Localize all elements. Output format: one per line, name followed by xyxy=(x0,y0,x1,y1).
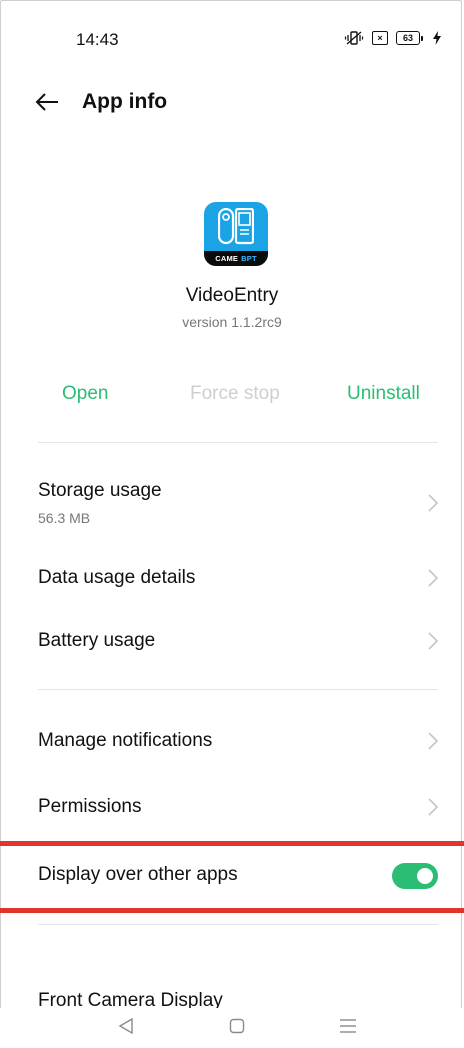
status-time: 14:43 xyxy=(76,30,119,49)
highlight-bottom-line xyxy=(0,908,464,913)
data-usage-row[interactable]: Data usage details xyxy=(0,555,464,601)
status-bar: 14:43 × 63 xyxy=(0,0,464,80)
divider xyxy=(38,442,438,443)
nav-menu-icon[interactable] xyxy=(339,1018,357,1034)
uninstall-button[interactable]: Uninstall xyxy=(347,383,420,405)
app-name: VideoEntry xyxy=(185,285,279,306)
chevron-right-icon xyxy=(428,632,438,650)
manage-notifications-label: Manage notifications xyxy=(38,730,213,751)
nav-home-icon[interactable] xyxy=(229,1018,245,1034)
page-title: App info xyxy=(82,90,168,113)
battery-tip xyxy=(421,35,423,41)
display-over-other-apps-row[interactable]: Display over other apps xyxy=(0,852,464,902)
highlight-top-line xyxy=(0,841,464,846)
chevron-right-icon xyxy=(428,732,438,750)
battery-usage-row[interactable]: Battery usage xyxy=(0,618,464,664)
toggle-knob xyxy=(417,868,433,884)
brand-left: CAME xyxy=(215,254,239,263)
divider xyxy=(38,924,438,925)
app-bar: App info xyxy=(0,80,464,124)
charging-icon xyxy=(433,31,441,45)
back-arrow-icon[interactable] xyxy=(34,90,60,114)
battery-icon: 63 xyxy=(396,31,423,45)
data-usage-label: Data usage details xyxy=(38,567,196,588)
storage-usage-label: Storage usage xyxy=(38,480,162,501)
divider xyxy=(38,689,438,690)
battery-level: 63 xyxy=(396,31,420,45)
manage-notifications-row[interactable]: Manage notifications xyxy=(0,718,464,764)
app-actions: Open Force stop Uninstall xyxy=(0,383,464,413)
brand-right: BPT xyxy=(241,254,257,263)
battery-usage-label: Battery usage xyxy=(38,630,156,651)
app-icon: CAME BPT xyxy=(204,202,268,266)
display-over-toggle[interactable] xyxy=(392,863,438,889)
app-version: version 1.1.2rc9 xyxy=(182,314,282,330)
nav-back-icon[interactable] xyxy=(118,1018,134,1034)
open-button[interactable]: Open xyxy=(62,383,108,405)
permissions-row[interactable]: Permissions xyxy=(0,784,464,830)
storage-usage-value: 56.3 MB xyxy=(38,510,91,526)
chevron-right-icon xyxy=(428,798,438,816)
display-over-other-apps-label: Display over other apps xyxy=(38,864,238,885)
app-icon-brand: CAME BPT xyxy=(204,251,268,266)
chevron-right-icon xyxy=(428,494,438,512)
sim-error-icon: × xyxy=(372,31,388,45)
permissions-label: Permissions xyxy=(38,796,142,817)
storage-usage-row[interactable]: Storage usage 56.3 MB xyxy=(0,470,464,540)
intercom-icon xyxy=(218,208,254,245)
chevron-right-icon xyxy=(428,569,438,587)
force-stop-button: Force stop xyxy=(190,383,280,404)
vibrate-icon xyxy=(344,31,364,45)
status-icons: × 63 xyxy=(344,30,442,46)
